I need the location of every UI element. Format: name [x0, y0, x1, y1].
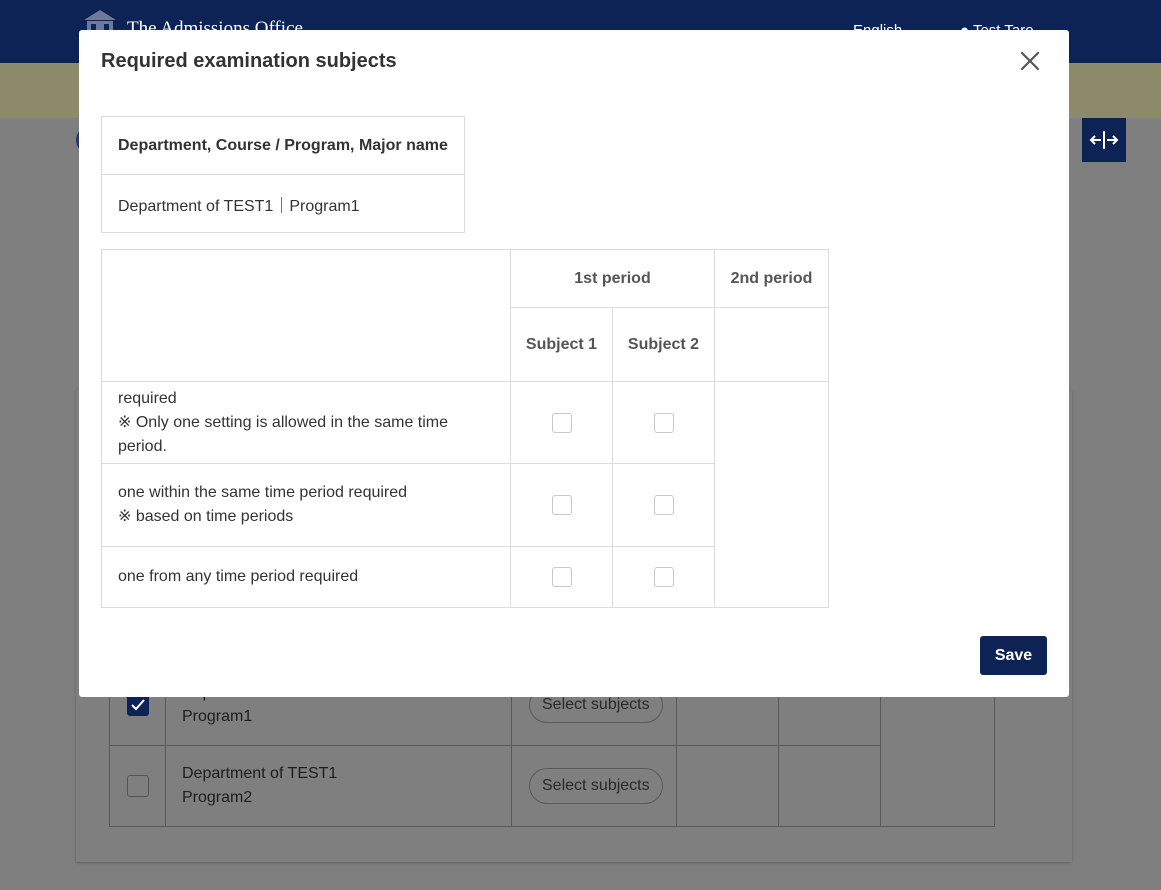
period1-header: 1st period — [510, 249, 715, 308]
expand-horizontal-icon — [1089, 131, 1119, 149]
department-header: Department, Course / Program, Major name — [101, 116, 465, 175]
period2-header: 2nd period — [714, 249, 829, 308]
check-icon — [130, 699, 145, 711]
save-button[interactable]: Save — [980, 636, 1047, 675]
department-table: Department, Course / Program, Major name… — [101, 116, 465, 233]
close-button[interactable] — [1018, 49, 1042, 73]
period2-column-cell — [714, 381, 829, 608]
subjects-table: 1st period 2nd period Subject 1 Subject … — [101, 249, 829, 608]
subject2-header: Subject 2 — [612, 307, 715, 382]
required-subject2-checkbox[interactable] — [653, 412, 674, 433]
expand-toggle-button[interactable] — [1082, 118, 1126, 162]
select-subjects-button[interactable]: Select subjects — [529, 768, 663, 804]
any-period-subject2-checkbox[interactable] — [653, 567, 674, 587]
program-name-cell: Department of TEST1 Program2 — [165, 745, 512, 827]
row-label: required ※ Only one setting is allowed i… — [101, 381, 511, 464]
same-period-subject2-checkbox[interactable] — [653, 495, 674, 515]
subject1-header: Subject 1 — [510, 307, 613, 382]
period2-subject-cell — [714, 307, 829, 382]
table-row: required ※ Only one setting is allowed i… — [101, 381, 829, 608]
close-icon — [1020, 51, 1040, 71]
modal-title: Required examination subjects — [101, 50, 397, 72]
same-period-subject1-checkbox[interactable] — [551, 495, 572, 515]
required-subject1-checkbox[interactable] — [551, 412, 572, 433]
corner-cell — [101, 249, 511, 382]
row-label: one from any time period required — [101, 546, 511, 608]
any-period-subject1-checkbox[interactable] — [551, 567, 572, 587]
row-checkbox[interactable] — [126, 775, 149, 797]
department-value: Department of TEST1｜Program1 — [101, 174, 465, 233]
row-checkbox[interactable] — [126, 694, 149, 716]
table-row: Department of TEST1 Program2 Select subj… — [109, 745, 995, 827]
row-label: one within the same time period required… — [101, 463, 511, 547]
required-subjects-modal: Required examination subjects Department… — [79, 30, 1069, 697]
